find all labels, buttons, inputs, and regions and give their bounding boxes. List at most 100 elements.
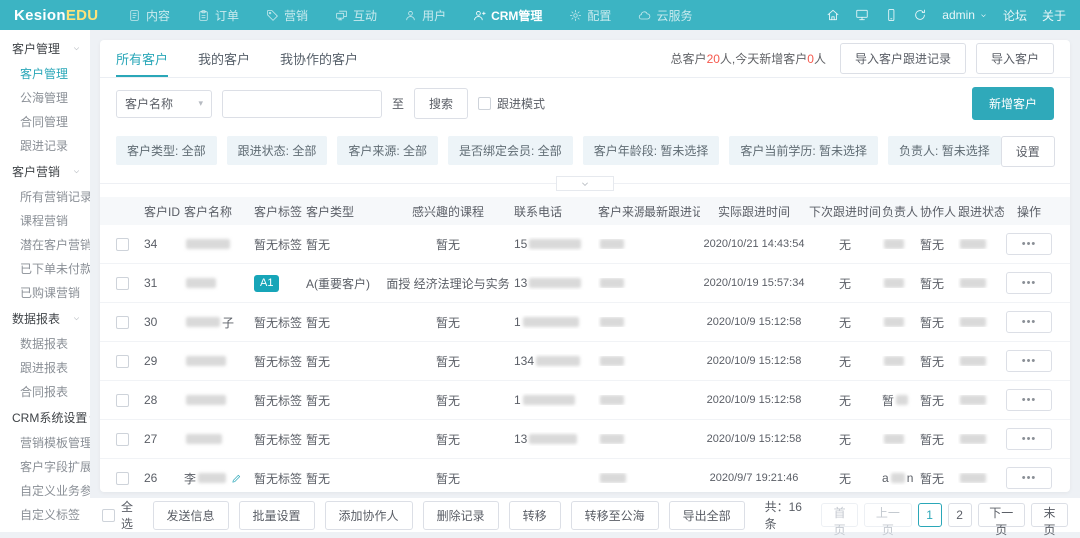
sidebar-item[interactable]: 已下单未付款营销 [0,257,90,281]
tab[interactable]: 我的客户 [198,40,250,77]
footer-button[interactable]: 删除记录 [423,501,499,530]
row-checkbox[interactable] [116,355,129,368]
sidebar-group-title[interactable]: CRM系统设置 [0,404,90,431]
sidebar-item[interactable]: 合同报表 [0,380,90,404]
filter-chip[interactable]: 客户类型: 全部 [116,136,217,165]
table-row: 26李暂无标签暂无暂无2020/9/7 19:21:46无an暂无••• [100,459,1070,492]
topbar-menu-item[interactable]: 用户 [404,7,446,24]
cell-type: 暂无 [306,431,382,448]
footer-button[interactable]: 发送信息 [153,501,229,530]
row-actions-button[interactable]: ••• [1006,311,1052,333]
sidebar-item[interactable]: 已购课营销 [0,281,90,305]
add-customer-button[interactable]: 新增客户 [972,87,1054,120]
topbar-menu-item[interactable]: 内容 [128,7,170,24]
collapse-toggle[interactable] [556,176,614,191]
header-button[interactable]: 导入客户 [976,43,1054,74]
search-button[interactable]: 搜索 [414,88,468,119]
footer-button[interactable]: 批量设置 [239,501,315,530]
row-actions-button[interactable]: ••• [1006,467,1052,489]
sidebar-item[interactable]: 潜在客户营销 [0,233,90,257]
tabs: 所有客户我的客户我协作的客户 [116,40,358,77]
topbar-menu-item[interactable]: 云服务 [638,7,692,24]
topbar-menu-item[interactable]: 配置 [569,7,611,24]
sidebar-item[interactable]: 营销模板管理 [0,431,90,455]
cell-type: 暂无 [306,236,382,253]
user-menu[interactable]: admin [942,8,988,22]
sidebar-group-title[interactable]: 数据报表 [0,305,90,332]
filter-chip[interactable]: 跟进状态: 全部 [227,136,328,165]
sidebar-item[interactable]: 跟进记录 [0,134,90,158]
row-checkbox[interactable] [116,277,129,290]
header-button[interactable]: 导入客户跟进记录 [840,43,966,74]
topbar-link[interactable]: 论坛 [1003,7,1027,24]
row-actions-button[interactable]: ••• [1006,350,1052,372]
sidebar-item[interactable]: 合同管理 [0,110,90,134]
sidebar-item[interactable]: 跟进报表 [0,356,90,380]
topbar-menu-item[interactable]: 订单 [197,7,239,24]
sidebar-group-title[interactable]: 客户营销 [0,158,90,185]
footer-button[interactable]: 添加协作人 [325,501,413,530]
page-button[interactable]: 1 [918,503,942,527]
sidebar-item[interactable]: 客户管理 [0,62,90,86]
row-actions-button[interactable]: ••• [1006,428,1052,450]
row-checkbox[interactable] [116,238,129,251]
cell-type: 暂无 [306,314,382,331]
sidebar-group-title[interactable]: 客户管理 [0,35,90,62]
clipboard-icon [197,9,210,22]
sidebar-item[interactable]: 客户字段扩展 [0,455,90,479]
cell-next-time: 无 [808,431,882,448]
sidebar-item[interactable]: 自定义标签 [0,503,90,527]
footer-button[interactable]: 导出全部 [669,501,745,530]
topbar-menu-label: 营销 [284,7,308,24]
row-checkbox[interactable] [116,316,129,329]
redacted-text [884,356,904,366]
redacted-text [884,434,904,444]
follow-mode-checkbox[interactable]: 跟进模式 [478,95,545,112]
chevron-down-icon [72,44,81,53]
row-checkbox[interactable] [116,472,129,485]
footer-button[interactable]: 转移 [509,501,561,530]
filter-chip[interactable]: 是否绑定会员: 全部 [448,136,573,165]
redacted-text [960,239,986,249]
page-button[interactable]: 末页 [1031,503,1068,527]
filter-chip[interactable]: 客户当前学历: 暂未选择 [729,136,878,165]
refresh-icon[interactable] [913,8,927,22]
filter-chip[interactable]: 客户年龄段: 暂未选择 [583,136,720,165]
redacted-text [186,239,230,249]
footer-button[interactable]: 转移至公海 [571,501,659,530]
cell-ops: ••• [1004,350,1054,372]
phone-icon[interactable] [884,8,898,22]
row-actions-button[interactable]: ••• [1006,389,1052,411]
sidebar-item[interactable]: 自定义业务参数 [0,479,90,503]
search-field-select[interactable]: 客户名称▾ [116,90,212,118]
tab[interactable]: 所有客户 [116,40,168,77]
cell-next-time: 无 [808,353,882,370]
redacted-text [529,278,581,288]
filter-chip[interactable]: 客户来源: 全部 [337,136,438,165]
page-button[interactable]: 下一页 [978,503,1025,527]
row-actions-button[interactable]: ••• [1006,272,1052,294]
row-checkbox[interactable] [116,433,129,446]
topbar-menu-item[interactable]: 营销 [266,7,308,24]
sidebar-item[interactable]: 所有营销记录 [0,185,90,209]
row-actions-button[interactable]: ••• [1006,233,1052,255]
monitor-icon[interactable] [855,8,869,22]
column-header: 感兴趣的课程 [382,203,514,220]
select-all-checkbox[interactable]: 全选 [102,498,143,532]
tab[interactable]: 我协作的客户 [280,40,358,77]
edit-icon[interactable] [231,473,242,484]
topbar-link[interactable]: 关于 [1042,7,1066,24]
row-checkbox[interactable] [116,394,129,407]
sidebar-item[interactable]: 公海管理 [0,86,90,110]
cell-phone: 1 [514,393,598,407]
sidebar-item[interactable]: 数据报表 [0,332,90,356]
filter-settings-button[interactable]: 设置 [1001,136,1055,167]
sidebar-item[interactable]: 课程营销 [0,209,90,233]
topbar-menu-item[interactable]: CRM管理 [473,7,542,24]
page-button[interactable]: 2 [948,503,972,527]
cell-actual-time: 2020/10/19 15:57:34 [700,277,808,289]
home-icon[interactable] [826,8,840,22]
search-input[interactable] [222,90,382,118]
topbar-menu-item[interactable]: 互动 [335,7,377,24]
filter-chip[interactable]: 负责人: 暂未选择 [888,136,1001,165]
